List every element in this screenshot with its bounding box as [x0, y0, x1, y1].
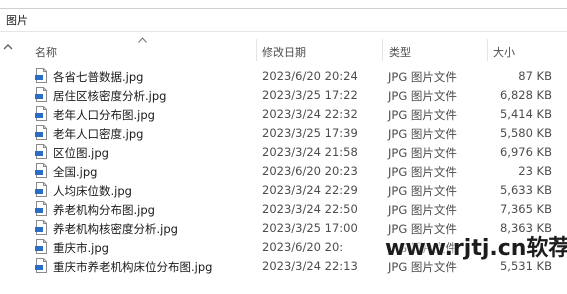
- jpg-file-icon: [35, 220, 47, 235]
- file-type: JPG 图片文件: [388, 184, 457, 198]
- address-bar[interactable]: 图片: [0, 9, 567, 31]
- file-type: JPG 图片文件: [388, 89, 457, 103]
- file-name: 人均床位数.jpg: [53, 184, 132, 198]
- file-name: 全国.jpg: [53, 165, 98, 179]
- file-name: 养老机构分布图.jpg: [53, 203, 155, 217]
- file-date: 2023/3/24 22:32: [262, 107, 358, 121]
- file-name: 老年人口密度.jpg: [53, 127, 144, 141]
- file-name: 居住区核密度分析.jpg: [53, 89, 167, 103]
- file-date: 2023/3/24 22:50: [262, 202, 358, 216]
- file-size: 7,365 KB: [499, 202, 552, 216]
- file-type: JPG 图片文件: [388, 203, 457, 217]
- column-separator[interactable]: [256, 39, 257, 61]
- file-type: JPG 图片文件: [388, 127, 457, 141]
- jpg-file-icon: [35, 106, 47, 121]
- file-row[interactable]: 养老机构分布图.jpg 2023/3/24 22:50 JPG 图片文件 7,365 …: [0, 200, 567, 219]
- jpg-file-icon: [35, 144, 47, 159]
- file-name: 养老机构核密度分析.jpg: [53, 222, 178, 236]
- file-row[interactable]: 老年人口分布图.jpg 2023/3/24 22:32 JPG 图片文件 5,414 …: [0, 105, 567, 124]
- column-header-row: 名称 修改日期 类型 大小: [0, 39, 567, 61]
- file-explorer-window: 图片 名称 修改日期 类型 大小 各省七普数据.jpg 2023/6/20 20:…: [0, 0, 567, 294]
- watermark: www.rjtj.cn软荐网: [385, 236, 567, 261]
- file-size: 5,414 KB: [499, 107, 552, 121]
- file-row[interactable]: 各省七普数据.jpg 2023/6/20 20:24 JPG 图片文件 87 KB: [0, 67, 567, 86]
- file-type: JPG 图片文件: [388, 165, 457, 179]
- file-type: JPG 图片文件: [388, 146, 457, 160]
- jpg-file-icon: [35, 125, 47, 140]
- file-row[interactable]: 老年人口密度.jpg 2023/3/25 17:39 JPG 图片文件 5,580 K…: [0, 124, 567, 143]
- file-date: 2023/3/24 22:13: [262, 259, 358, 273]
- jpg-file-icon: [35, 258, 47, 273]
- divider: [0, 31, 567, 32]
- jpg-file-icon: [35, 182, 47, 197]
- file-date: 2023/3/24 21:58: [262, 145, 358, 159]
- file-date: 2023/6/20 20:23: [262, 164, 358, 178]
- file-date: 2023/3/24 22:29: [262, 183, 358, 197]
- file-name: 区位图.jpg: [53, 146, 109, 160]
- file-row[interactable]: 全国.jpg 2023/6/20 20:23 JPG 图片文件 23 KB: [0, 162, 567, 181]
- file-name: 重庆市.jpg: [53, 241, 109, 255]
- jpg-file-icon: [35, 68, 47, 83]
- file-size: 6,976 KB: [499, 145, 552, 159]
- file-size: 6,828 KB: [499, 88, 552, 102]
- file-size: 5,580 KB: [499, 126, 552, 140]
- file-size: 87 KB: [518, 69, 552, 83]
- jpg-file-icon: [35, 201, 47, 216]
- file-name: 老年人口分布图.jpg: [53, 108, 155, 122]
- file-type: JPG 图片文件: [388, 70, 457, 84]
- file-date: 2023/3/25 17:39: [262, 126, 358, 140]
- jpg-file-icon: [35, 239, 47, 254]
- file-date: 2023/6/20 20:24: [262, 69, 358, 83]
- file-row[interactable]: 人均床位数.jpg 2023/3/24 22:29 JPG 图片文件 5,633 KB: [0, 181, 567, 200]
- file-type: JPG 图片文件: [388, 108, 457, 122]
- column-separator[interactable]: [382, 39, 383, 61]
- file-date: 2023/6/20 20:: [262, 240, 344, 254]
- column-header-name[interactable]: 名称: [35, 44, 57, 60]
- jpg-file-icon: [35, 87, 47, 102]
- file-row[interactable]: 区位图.jpg 2023/3/24 21:58 JPG 图片文件 6,976 KB: [0, 143, 567, 162]
- file-name: 重庆市养老机构床位分布图.jpg: [53, 260, 213, 274]
- file-name: 各省七普数据.jpg: [53, 70, 144, 84]
- column-header-type[interactable]: 类型: [389, 44, 411, 60]
- file-size: 5,633 KB: [499, 183, 552, 197]
- column-header-date[interactable]: 修改日期: [262, 44, 306, 60]
- breadcrumb[interactable]: 图片: [6, 12, 28, 28]
- file-row[interactable]: 居住区核密度分析.jpg 2023/3/25 17:22 JPG 图片文件 6,828…: [0, 86, 567, 105]
- file-size: 23 KB: [518, 164, 552, 178]
- column-separator[interactable]: [487, 39, 488, 61]
- file-date: 2023/3/25 17:22: [262, 88, 358, 102]
- column-header-size[interactable]: 大小: [493, 44, 515, 60]
- file-date: 2023/3/25 17:00: [262, 221, 358, 235]
- title-bar: [0, 0, 567, 9]
- jpg-file-icon: [35, 163, 47, 178]
